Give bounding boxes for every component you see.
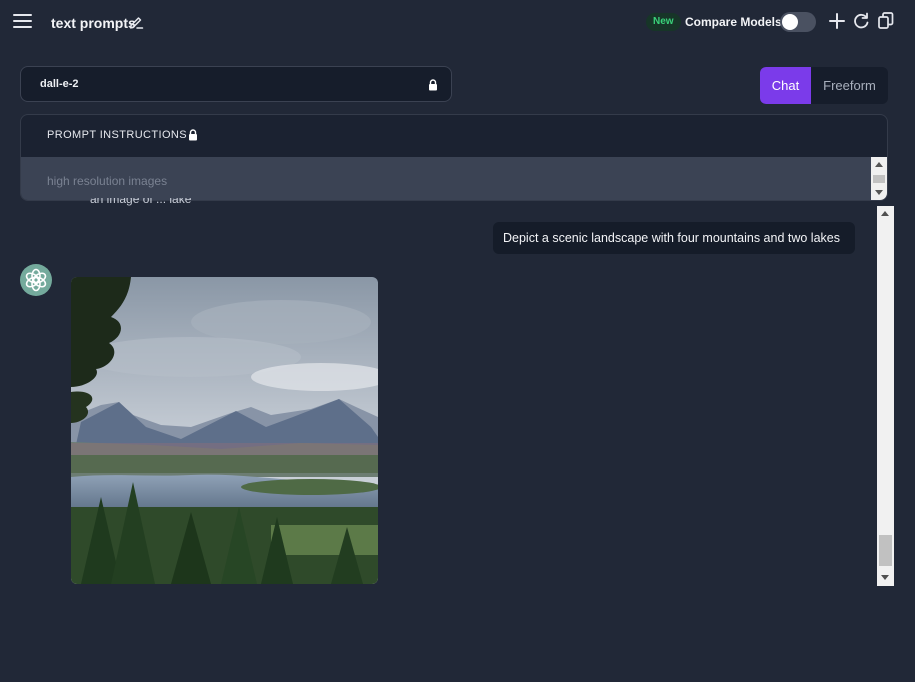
app-page: text prompts New Compare Models dall-e-2: [0, 0, 915, 682]
scroll-down-arrow[interactable]: [881, 575, 889, 580]
openai-logo-icon: [25, 268, 47, 292]
tab-freeform[interactable]: Freeform: [811, 67, 888, 104]
scroll-thumb[interactable]: [873, 175, 885, 183]
tab-chat[interactable]: Chat: [760, 67, 811, 104]
prompt-instructions-input[interactable]: high resolution images: [21, 157, 887, 200]
mode-tabs: Chat Freeform: [760, 67, 888, 104]
scroll-up-arrow[interactable]: [881, 211, 889, 216]
compare-models-label: Compare Models: [685, 15, 782, 29]
chat-scrollbar[interactable]: [877, 206, 894, 586]
top-bar: text prompts New Compare Models: [0, 0, 915, 44]
model-select-value: dall-e-2: [40, 78, 79, 90]
edit-icon[interactable]: [128, 14, 144, 30]
lock-icon: [189, 129, 197, 141]
refresh-icon[interactable]: [852, 11, 870, 31]
page-title: text prompts: [51, 15, 136, 31]
scroll-down-arrow[interactable]: [875, 190, 883, 195]
prompt-instructions-placeholder: high resolution images: [47, 174, 168, 188]
assistant-avatar: [20, 264, 52, 296]
prompt-instructions-panel: PROMPT INSTRUCTIONS high resolution imag…: [20, 114, 888, 201]
scroll-thumb[interactable]: [879, 535, 892, 566]
model-select[interactable]: dall-e-2: [20, 66, 452, 102]
plus-icon[interactable]: [828, 11, 846, 31]
compare-models-toggle[interactable]: [780, 12, 816, 32]
toggle-knob: [782, 14, 798, 30]
clipped-message-text: an image of ... lake: [90, 198, 192, 206]
menu-icon[interactable]: [13, 14, 32, 29]
copy-icon[interactable]: [877, 11, 895, 31]
landscape-image: [71, 277, 378, 584]
generated-image[interactable]: [71, 277, 378, 584]
scroll-up-arrow[interactable]: [875, 162, 883, 167]
prompt-instructions-title: PROMPT INSTRUCTIONS: [47, 129, 188, 141]
user-message: Depict a scenic landscape with four moun…: [493, 222, 855, 254]
new-badge: New: [646, 13, 681, 31]
prompt-scrollbar[interactable]: [871, 157, 887, 200]
lock-icon: [429, 79, 437, 91]
